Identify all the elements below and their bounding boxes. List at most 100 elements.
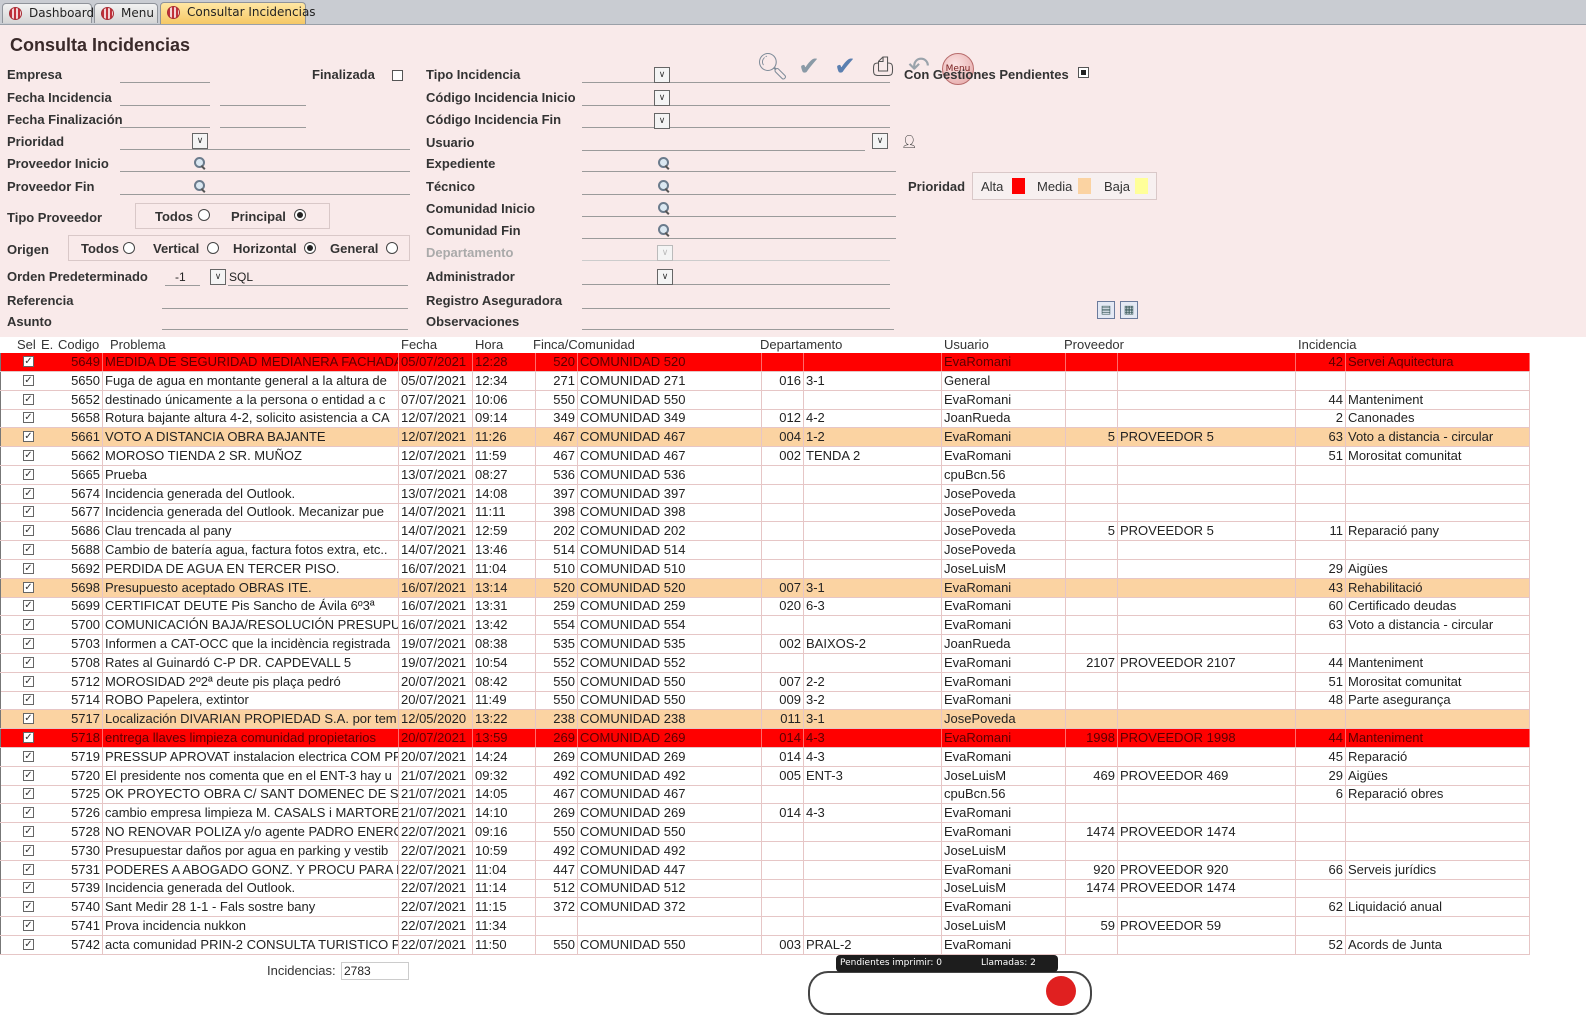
proveedor-inicio-field[interactable] <box>120 171 410 172</box>
cell-hora[interactable]: 08:38 <box>473 635 536 653</box>
cell-proveedor-name[interactable] <box>1118 409 1296 428</box>
cell-finca-name[interactable]: COMUNIDAD 467 <box>578 785 762 804</box>
cell-codigo[interactable]: 5662 <box>58 447 103 465</box>
cell-problema[interactable]: ROBO Papelera, extintor <box>103 691 399 710</box>
cell-usuario[interactable]: EvaRomani <box>942 353 1066 371</box>
cell-finca-name[interactable]: COMUNIDAD 397 <box>578 484 762 503</box>
cell-problema[interactable]: Incidencia generada del Outlook. <box>103 879 399 898</box>
cell-proveedor-name[interactable] <box>1118 371 1296 390</box>
cell-dept-code[interactable] <box>762 785 804 804</box>
cell-dept-name[interactable] <box>804 785 942 804</box>
cell-incidencia-name[interactable] <box>1346 804 1530 823</box>
cell-hora[interactable]: 09:16 <box>473 823 536 841</box>
cell-incidencia-name[interactable]: Certificado deudas <box>1346 597 1530 616</box>
cell-fecha[interactable]: 21/07/2021 <box>399 766 473 785</box>
cell-dept-name[interactable] <box>804 860 942 879</box>
table-row[interactable]: ✓ 5658 Rotura bajante altura 4-2, solicito… <box>0 409 1530 429</box>
row-selector[interactable] <box>0 766 14 785</box>
table-row[interactable]: ✓ 5730 Presupuestar daños por agua en park… <box>0 841 1530 861</box>
col-header-finca[interactable]: Finca/Comunidad <box>533 337 635 352</box>
cell-fecha[interactable]: 12/07/2021 <box>399 428 473 447</box>
cell-incidencia-code[interactable]: 44 <box>1296 390 1346 409</box>
cell-incidencia-name[interactable]: Rehabilitació <box>1346 578 1530 597</box>
cell-incidencia-name[interactable]: Aigües <box>1346 766 1530 785</box>
row-selector[interactable] <box>0 409 14 428</box>
row-checkbox[interactable]: ✓ <box>23 638 34 649</box>
codigo-inicio-field[interactable] <box>582 105 890 106</box>
table-row[interactable]: ✓ 5712 MOROSIDAD 2º2ª deute pis plaça pedr… <box>0 672 1530 692</box>
cell-usuario[interactable]: EvaRomani <box>942 447 1066 465</box>
cell-usuario[interactable]: EvaRomani <box>942 747 1066 766</box>
expediente-field[interactable] <box>582 171 896 172</box>
cell-hora[interactable]: 14:05 <box>473 785 536 804</box>
cell-codigo[interactable]: 5698 <box>58 578 103 597</box>
row-checkbox[interactable]: ✓ <box>23 863 34 875</box>
col-header-fecha[interactable]: Fecha <box>401 337 437 352</box>
cell-incidencia-name[interactable]: Morositat comunitat <box>1346 447 1530 465</box>
cell-proveedor-code[interactable] <box>1066 841 1118 860</box>
cell-hora[interactable]: 11:04 <box>473 559 536 578</box>
cell-proveedor-name[interactable]: PROVEEDOR 2107 <box>1118 653 1296 672</box>
cell-proveedor-name[interactable]: PROVEEDOR 1998 <box>1118 729 1296 747</box>
cell-dept-name[interactable] <box>804 541 942 559</box>
row-checkbox[interactable]: ✓ <box>23 412 34 424</box>
cell-dept-name[interactable]: 2-2 <box>804 672 942 691</box>
cell-problema[interactable]: Localización DIVARIAN PROPIEDAD S.A. por… <box>103 710 399 729</box>
cell-hora[interactable]: 13:46 <box>473 541 536 559</box>
cell-proveedor-code[interactable]: 1998 <box>1066 729 1118 747</box>
cell-problema[interactable]: MEDIDA DE SEGURIDAD MEDIANERA FACHADA P <box>103 353 399 371</box>
search-icon[interactable] <box>657 179 671 193</box>
tipo-incidencia-dropdown[interactable]: ∨ <box>654 67 670 83</box>
cell-usuario[interactable]: EvaRomani <box>942 597 1066 616</box>
cell-fecha[interactable]: 16/07/2021 <box>399 616 473 635</box>
cell-incidencia-code[interactable]: 62 <box>1296 898 1346 917</box>
cell-dept-code[interactable] <box>762 559 804 578</box>
cell-incidencia-name[interactable]: Reparació <box>1346 747 1530 766</box>
cell-incidencia-code[interactable]: 51 <box>1296 672 1346 691</box>
cell-usuario[interactable]: JosePoveda <box>942 522 1066 541</box>
cell-usuario[interactable]: EvaRomani <box>942 860 1066 879</box>
cell-usuario[interactable]: EvaRomani <box>942 653 1066 672</box>
cell-problema[interactable]: Informen a CAT-OCC que la incidència reg… <box>103 635 399 653</box>
cell-codigo[interactable]: 5708 <box>58 653 103 672</box>
cell-fecha[interactable]: 21/07/2021 <box>399 785 473 804</box>
cell-dept-name[interactable]: 1-2 <box>804 428 942 447</box>
cell-fecha[interactable]: 21/07/2021 <box>399 804 473 823</box>
col-header-proveedor[interactable]: Proveedor <box>1064 337 1124 352</box>
row-selector[interactable] <box>0 503 14 522</box>
row-selector[interactable] <box>0 691 14 710</box>
cell-dept-code[interactable] <box>762 841 804 860</box>
cell-codigo[interactable]: 5730 <box>58 841 103 860</box>
cell-hora[interactable]: 11:50 <box>473 935 536 954</box>
user-icon[interactable]: 👤︎ <box>901 135 918 150</box>
table-row[interactable]: ✓ 5708 Rates al Guinardó C-P DR. CAPDEVAL… <box>0 653 1530 673</box>
col-header-e[interactable]: E. <box>41 337 53 352</box>
table-row[interactable]: ✓ 5720 El presidente nos comenta que en el… <box>0 766 1530 786</box>
cell-proveedor-name[interactable]: PROVEEDOR 469 <box>1118 766 1296 785</box>
row-selector[interactable] <box>0 823 14 841</box>
cell-fecha[interactable]: 20/07/2021 <box>399 691 473 710</box>
cell-dept-name[interactable]: 3-1 <box>804 371 942 390</box>
cell-incidencia-name[interactable]: Aigües <box>1346 559 1530 578</box>
cell-codigo[interactable]: 5658 <box>58 409 103 428</box>
cell-dept-name[interactable] <box>804 879 942 898</box>
cell-dept-name[interactable]: 3-2 <box>804 691 942 710</box>
cell-codigo[interactable]: 5665 <box>58 465 103 484</box>
table-row[interactable]: ✓ 5719 PRESSUP APROVAT instalacion electri… <box>0 747 1530 767</box>
origen-vertical-radio[interactable] <box>207 242 219 254</box>
cell-codigo[interactable]: 5649 <box>58 353 103 371</box>
cell-dept-code[interactable] <box>762 898 804 917</box>
cell-finca-code[interactable]: 512 <box>536 879 578 898</box>
cell-codigo[interactable]: 5741 <box>58 917 103 935</box>
row-selector[interactable] <box>0 353 14 371</box>
cell-problema[interactable]: VOTO A DISTANCIA OBRA BAJANTE <box>103 428 399 447</box>
row-checkbox[interactable]: ✓ <box>23 525 34 537</box>
row-selector[interactable] <box>0 616 14 635</box>
cell-proveedor-name[interactable] <box>1118 672 1296 691</box>
col-header-problema[interactable]: Problema <box>110 337 166 352</box>
observaciones-field[interactable] <box>582 329 894 330</box>
row-checkbox[interactable]: ✓ <box>23 600 34 612</box>
tipo-incidencia-field[interactable] <box>582 82 890 83</box>
cell-dept-name[interactable] <box>804 823 942 841</box>
cell-fecha[interactable]: 16/07/2021 <box>399 578 473 597</box>
